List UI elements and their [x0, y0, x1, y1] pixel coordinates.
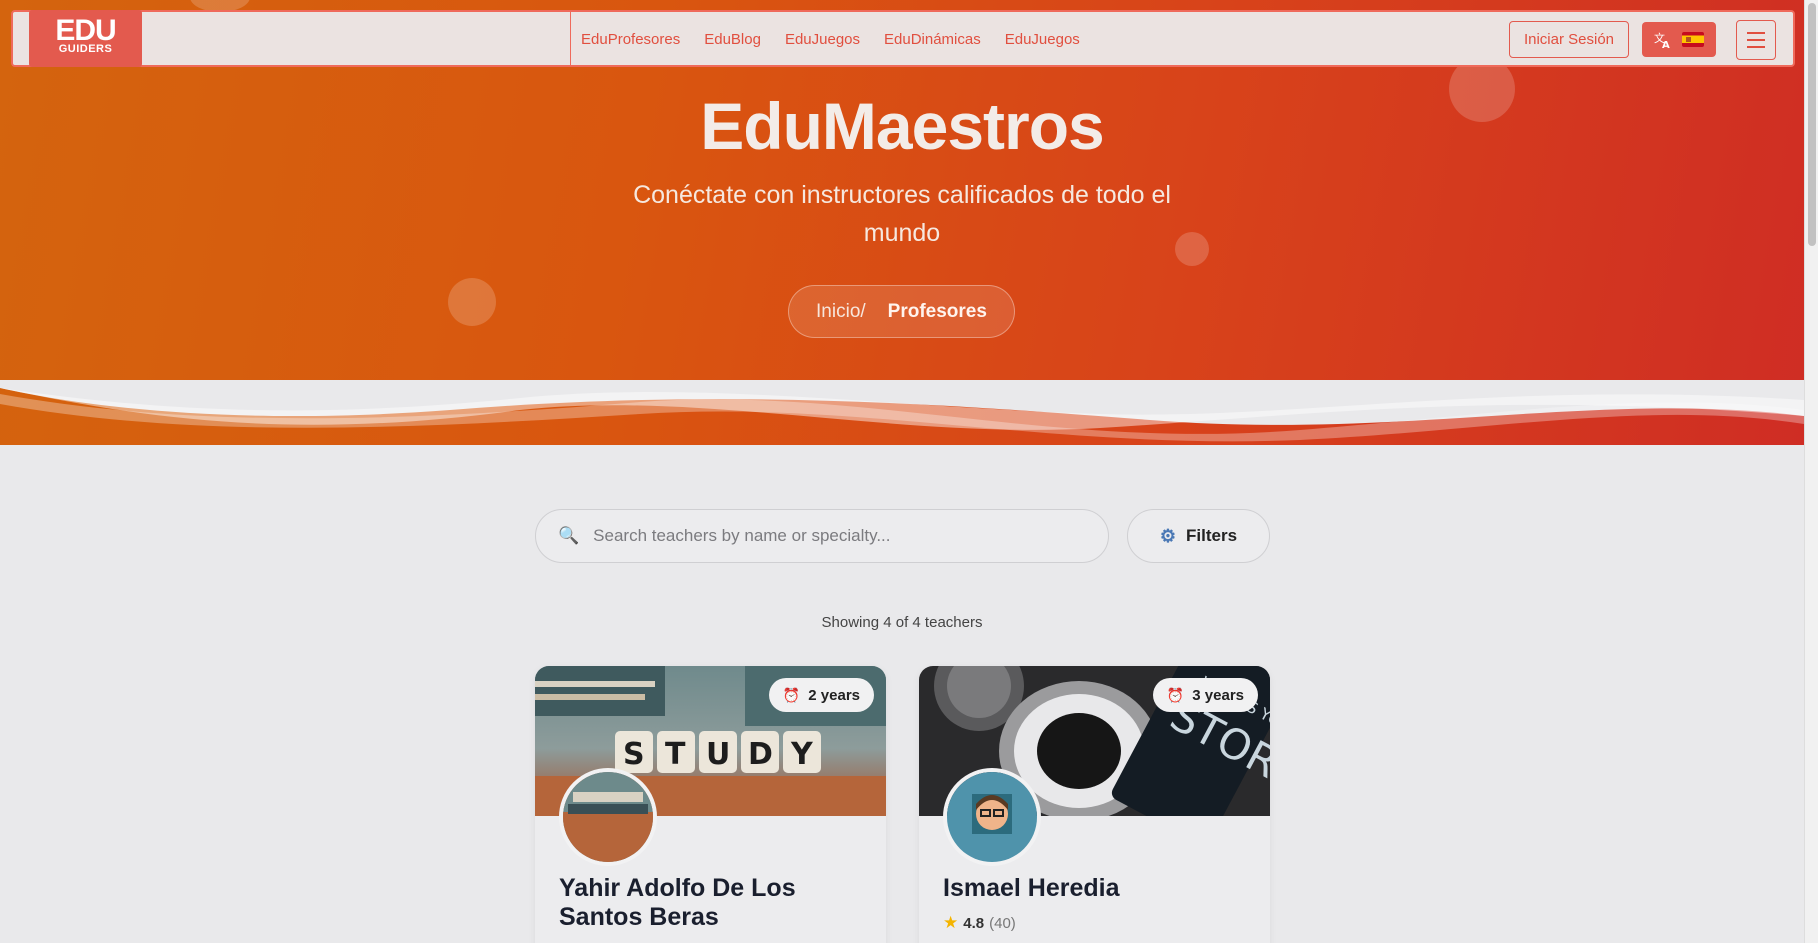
vertical-scrollbar[interactable] [1804, 0, 1818, 943]
gear-icon: ⚙ [1159, 525, 1177, 546]
nav-links: EduProfesores EduBlog EduJuegos EduDinám… [581, 12, 1080, 67]
svg-text:S: S [623, 737, 645, 772]
svg-text:U: U [706, 737, 730, 772]
hamburger-menu-button[interactable] [1736, 20, 1776, 60]
search-bar: 🔍 [535, 509, 1109, 563]
hamburger-icon-line [1747, 32, 1765, 34]
page-viewport: EduMaestros Conéctate con instructores c… [0, 0, 1804, 943]
search-input[interactable] [593, 526, 1074, 546]
nav-divider [570, 12, 571, 67]
search-icon: 🔍 [558, 526, 580, 545]
teacher-name[interactable]: Yahir Adolfo De Los Santos Beras [559, 874, 859, 932]
site-logo[interactable]: EDU GUIDERS [29, 10, 142, 67]
review-count: (40) [989, 914, 1016, 932]
avatar [559, 768, 657, 866]
avatar [943, 768, 1041, 866]
decorative-bubble [448, 278, 496, 326]
svg-text:T: T [665, 737, 686, 772]
breadcrumb-current: Profesores [887, 300, 987, 322]
spain-flag-icon [1682, 32, 1704, 47]
login-button[interactable]: Iniciar Sesión [1509, 21, 1629, 58]
breadcrumb: Inicio/ Profesores [788, 285, 1015, 338]
hamburger-icon-line [1747, 46, 1765, 48]
filters-button[interactable]: ⚙ Filters [1127, 509, 1270, 563]
experience-badge: ⏰ 3 years [1152, 678, 1258, 712]
experience-text: 2 years [808, 686, 860, 704]
results-count: Showing 4 of 4 teachers [821, 614, 983, 631]
page-title: EduMaestros [700, 89, 1104, 163]
svg-text:Y: Y [790, 737, 814, 772]
translate-icon: 文 A [1654, 31, 1670, 49]
hero-wave [0, 380, 1804, 442]
nav-link-edublog[interactable]: EduBlog [704, 31, 761, 48]
teacher-card[interactable]: S T U D Y ⏰ 2 years Yahir Adolfo De Los … [535, 666, 886, 943]
nav-link-edudinamicas[interactable]: EduDinámicas [884, 31, 981, 48]
rating-value: 4.8 [963, 914, 985, 932]
teacher-rating: ★ 4.8 (40) [943, 913, 1016, 933]
star-icon: ★ [943, 913, 959, 932]
hamburger-icon-line [1747, 39, 1765, 41]
experience-text: 3 years [1192, 686, 1244, 704]
breadcrumb-home[interactable]: Inicio/ [816, 301, 866, 323]
alarm-clock-icon: ⏰ [782, 686, 801, 703]
filters-label: Filters [1186, 526, 1238, 545]
page-subtitle: Conéctate con instructores calificados d… [633, 181, 1171, 247]
nav-link-edujuegos[interactable]: EduJuegos [785, 31, 860, 48]
language-button[interactable]: 文 A [1642, 22, 1716, 57]
teacher-card[interactable]: STORY WHAT'S YOUR ⏰ 3 years Ismael Hered… [919, 666, 1270, 943]
alarm-clock-icon: ⏰ [1166, 686, 1185, 703]
teacher-name[interactable]: Ismael Heredia [943, 874, 1243, 903]
logo-text-top: EDU [55, 14, 116, 47]
logo-text-bottom: GUIDERS [58, 43, 113, 55]
scrollbar-thumb[interactable] [1808, 3, 1816, 246]
svg-text:D: D [748, 737, 773, 772]
nav-link-edujuegos-2[interactable]: EduJuegos [1005, 31, 1080, 48]
experience-badge: ⏰ 2 years [768, 678, 874, 712]
svg-text:A: A [1662, 40, 1670, 49]
top-navbar: EDU GUIDERS EduProfesores EduBlog EduJue… [11, 10, 1795, 67]
nav-link-eduprofesores[interactable]: EduProfesores [581, 31, 680, 48]
